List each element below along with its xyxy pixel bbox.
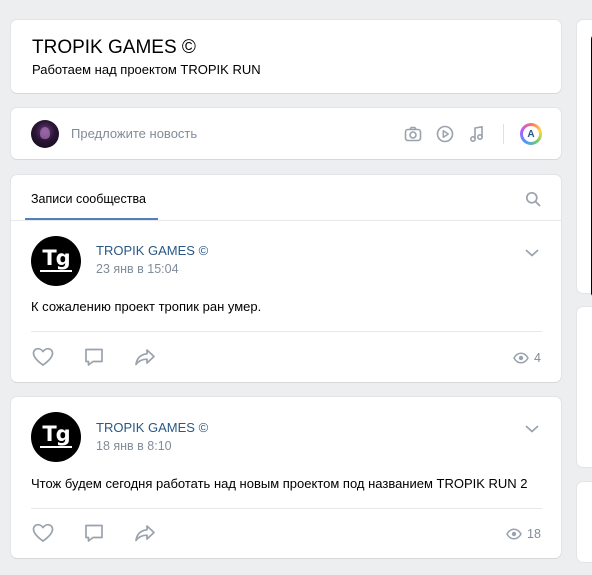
right-sidebar-card <box>577 482 592 562</box>
views-count: 18 <box>527 527 541 541</box>
comment-icon[interactable] <box>82 345 106 369</box>
views-counter: 18 <box>506 527 541 541</box>
ai-assistant-letter: A <box>523 126 539 142</box>
like-icon[interactable] <box>31 521 55 545</box>
icon-separator <box>503 124 504 144</box>
community-posts-card: Записи сообщества Tg TROPIK GAMES © 23 я… <box>11 175 561 382</box>
eye-icon <box>506 528 522 540</box>
logo-text: Tg <box>40 246 72 272</box>
camera-icon[interactable] <box>403 124 423 144</box>
post-date[interactable]: 18 янв в 8:10 <box>96 439 172 453</box>
video-icon[interactable] <box>435 124 455 144</box>
ai-assistant-icon[interactable]: A <box>520 123 542 145</box>
tab-community-posts[interactable]: Записи сообщества <box>31 192 146 206</box>
chevron-down-icon[interactable] <box>525 248 539 258</box>
share-icon[interactable] <box>133 521 157 545</box>
user-avatar <box>31 120 59 148</box>
post-divider <box>31 508 542 509</box>
post-text: Чтож будем сегодня работать над новым пр… <box>31 476 528 491</box>
share-icon[interactable] <box>133 345 157 369</box>
group-header-card: TROPIK GAMES © Работаем над проектом TRO… <box>11 20 561 93</box>
group-status: Работаем над проектом TROPIK RUN <box>32 62 261 77</box>
right-sidebar-card <box>577 307 592 467</box>
post-author[interactable]: TROPIK GAMES © <box>96 243 208 258</box>
comment-icon[interactable] <box>82 521 106 545</box>
views-count: 4 <box>534 351 541 365</box>
eye-icon <box>513 352 529 364</box>
group-logo-avatar[interactable]: Tg <box>31 412 81 462</box>
right-sidebar-card <box>577 20 592 297</box>
suggest-news-card[interactable]: Предложите новость A <box>11 108 561 159</box>
post-date[interactable]: 23 янв в 15:04 <box>96 262 179 276</box>
like-icon[interactable] <box>31 345 55 369</box>
post-divider <box>31 331 542 332</box>
suggest-news-input[interactable]: Предложите новость <box>71 126 197 141</box>
logo-text: Tg <box>40 422 72 448</box>
post-text: К сожалению проект тропик ран умер. <box>31 299 262 314</box>
post-author[interactable]: TROPIK GAMES © <box>96 420 208 435</box>
post-card: Tg TROPIK GAMES © 18 янв в 8:10 Чтож буд… <box>11 397 561 558</box>
search-icon[interactable] <box>525 191 541 207</box>
views-counter: 4 <box>513 351 541 365</box>
group-title: TROPIK GAMES © <box>32 37 196 58</box>
group-logo-avatar[interactable]: Tg <box>31 236 81 286</box>
tabs-divider <box>11 220 561 221</box>
music-icon[interactable] <box>467 124 487 144</box>
chevron-down-icon[interactable] <box>525 424 539 434</box>
